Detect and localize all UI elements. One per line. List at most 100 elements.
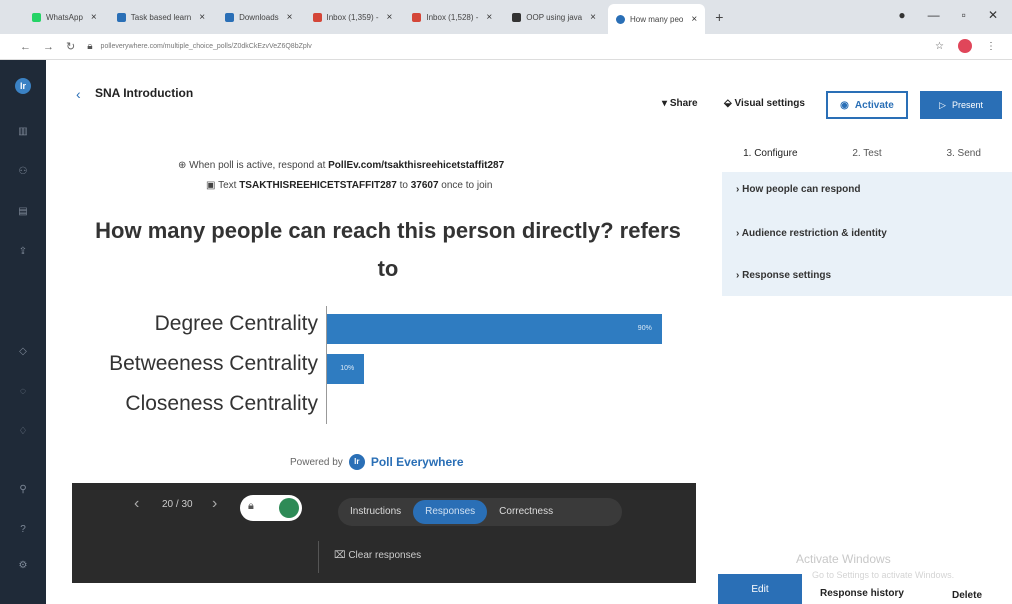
tab-label: Downloads: [239, 12, 279, 22]
reload-icon[interactable]: ↻: [66, 40, 75, 53]
tab-label: WhatsApp: [46, 12, 83, 22]
activate-label: Activate: [854, 99, 894, 111]
document-icon[interactable]: ▤: [17, 206, 29, 218]
menu-dots-icon[interactable]: ⋮: [986, 41, 996, 52]
browser-tab[interactable]: OOP using java ×: [504, 5, 604, 29]
user-icon[interactable]: ⚲: [17, 484, 29, 496]
url-field[interactable]: polleverywhere.com/multiple_choice_polls…: [101, 43, 312, 50]
close-window-icon[interactable]: ✕: [988, 8, 998, 22]
browser-tab-bar: WhatsApp × Task based learn × Downloads × I…: [0, 0, 1012, 34]
accordion-response-settings[interactable]: › Response settings: [736, 270, 831, 281]
polleverywhere-logo-icon[interactable]: lr: [15, 78, 31, 94]
browser-tab[interactable]: WhatsApp ×: [24, 5, 105, 29]
browser-tab[interactable]: Inbox (1,528) - ×: [404, 5, 500, 29]
upload-icon[interactable]: ⇪: [17, 246, 29, 258]
bell-icon[interactable]: ♢: [17, 426, 29, 438]
clear-responses-button[interactable]: ⌧ Clear responses: [334, 550, 421, 561]
lock-icon: 🔒︎: [248, 500, 254, 512]
new-tab-button[interactable]: +: [715, 9, 723, 25]
star-icon[interactable]: ☆: [935, 41, 944, 52]
page-title: SNA Introduction: [95, 86, 194, 100]
clear-label: Clear responses: [348, 550, 422, 561]
people-icon[interactable]: ⚇: [17, 166, 29, 178]
next-poll-button[interactable]: ›: [212, 495, 217, 513]
lock-toggle[interactable]: 🔒︎: [240, 495, 302, 521]
poll-results-chart: Degree Centrality 90% Betweeness Centralit…: [80, 306, 680, 426]
tab-label: OOP using java: [526, 12, 583, 22]
respond-url: PollEv.com/tsakthisreehicetstaffit287: [328, 160, 505, 171]
polleverywhere-icon: [615, 14, 625, 24]
edit-button[interactable]: Edit: [718, 574, 802, 604]
visual-settings-label: Visual settings: [734, 98, 805, 109]
restore-icon[interactable]: ▫: [962, 8, 966, 22]
play-icon: ▷: [939, 99, 946, 110]
accordion-label: Audience restriction & identity: [741, 228, 887, 239]
view-segmented-control: Instructions Responses Correctness: [338, 498, 622, 526]
text-code: TSAKTHISREEHICETSTAFFIT287: [239, 180, 397, 191]
forward-arrow-icon[interactable]: →: [43, 41, 54, 53]
tab-correctness[interactable]: Correctness: [487, 500, 565, 524]
app-sidebar: lr ▥ ⚇ ▤ ⇪ ◇ ◌ ♢ ⚲ ? ⚙: [0, 60, 46, 604]
powered-by-label: Powered by: [290, 456, 343, 468]
tab-configure[interactable]: 1. Configure: [722, 140, 819, 170]
previous-poll-button[interactable]: ‹: [134, 495, 139, 513]
chart-icon[interactable]: ▥: [17, 126, 29, 138]
close-icon[interactable]: ×: [91, 12, 97, 23]
delete-button[interactable]: Delete: [952, 590, 982, 601]
tab-instructions[interactable]: Instructions: [338, 500, 413, 524]
minimize-icon[interactable]: —: [928, 8, 940, 22]
accordion-audience-restriction[interactable]: › Audience restriction & identity: [736, 228, 887, 239]
close-icon[interactable]: ×: [590, 12, 596, 23]
back-chevron-icon[interactable]: ‹: [76, 86, 81, 102]
back-arrow-icon[interactable]: ←: [20, 41, 31, 53]
activate-windows-watermark: Activate Windows: [796, 552, 891, 566]
browser-tab[interactable]: Task based learn ×: [109, 5, 213, 29]
tab-test[interactable]: 2. Test: [819, 140, 916, 170]
activate-icon: ◉: [840, 99, 849, 111]
tab-label: Task based learn: [130, 12, 192, 22]
browser-tab[interactable]: Downloads ×: [217, 5, 300, 29]
lock-icon: 🔒︎: [87, 41, 93, 52]
profile-avatar[interactable]: [958, 39, 972, 53]
account-icon[interactable]: ●: [898, 8, 905, 22]
text-prefix: Text: [218, 180, 237, 191]
poll-counter: 20 / 30: [162, 499, 193, 510]
diamond-icon[interactable]: ◇: [17, 346, 29, 358]
tab-responses[interactable]: Responses: [413, 500, 488, 524]
brand-name: Poll Everywhere: [370, 455, 464, 469]
tab-label: How many peo: [629, 14, 684, 24]
present-label: Present: [951, 100, 983, 110]
close-icon[interactable]: ×: [486, 12, 492, 23]
close-icon[interactable]: ×: [691, 14, 697, 25]
download-icon: [225, 12, 235, 22]
settings-icon[interactable]: ⚙: [17, 560, 29, 572]
visual-settings-button[interactable]: ⬙ Visual settings: [724, 98, 805, 109]
page: WhatsApp × Task based learn × Downloads × I…: [0, 0, 1012, 604]
accordion-label: How people can respond: [742, 184, 861, 195]
text-suffix: once to join: [441, 180, 493, 191]
powered-by: Powered by lr Poll Everywhere: [290, 454, 464, 470]
close-icon[interactable]: ×: [387, 12, 393, 23]
gmail-icon: [412, 12, 422, 22]
activate-button[interactable]: ◉ Activate: [826, 91, 908, 119]
clear-icon: ⌧: [334, 550, 346, 561]
present-button[interactable]: ▷ Present: [920, 91, 1002, 119]
browser-tab[interactable]: Inbox (1,359) - ×: [305, 5, 401, 29]
close-icon[interactable]: ×: [199, 12, 205, 23]
help-icon[interactable]: ?: [17, 524, 29, 536]
divider: [318, 541, 319, 573]
share-label: Share: [669, 98, 698, 109]
tab-send[interactable]: 3. Send: [915, 140, 1012, 170]
bar-value-label: 90%: [637, 325, 652, 332]
support-icon[interactable]: ◌: [17, 386, 29, 398]
response-history-button[interactable]: Response history: [820, 588, 904, 599]
option-label: Betweeness Centrality: [109, 352, 318, 375]
configure-panel: › How people can respond › Audience rest…: [722, 172, 1012, 296]
browser-tab-active[interactable]: How many peo ×: [607, 4, 706, 34]
presentation-control-bar: ‹ 20 / 30 › 🔒︎ Instructions Responses Co…: [72, 483, 696, 583]
close-icon[interactable]: ×: [287, 12, 293, 23]
share-button[interactable]: ▾ Share: [662, 98, 698, 109]
text-number: 37607: [410, 180, 439, 191]
paint-bucket-icon: ⬙: [724, 98, 732, 109]
accordion-how-people-respond[interactable]: › How people can respond: [736, 184, 860, 195]
